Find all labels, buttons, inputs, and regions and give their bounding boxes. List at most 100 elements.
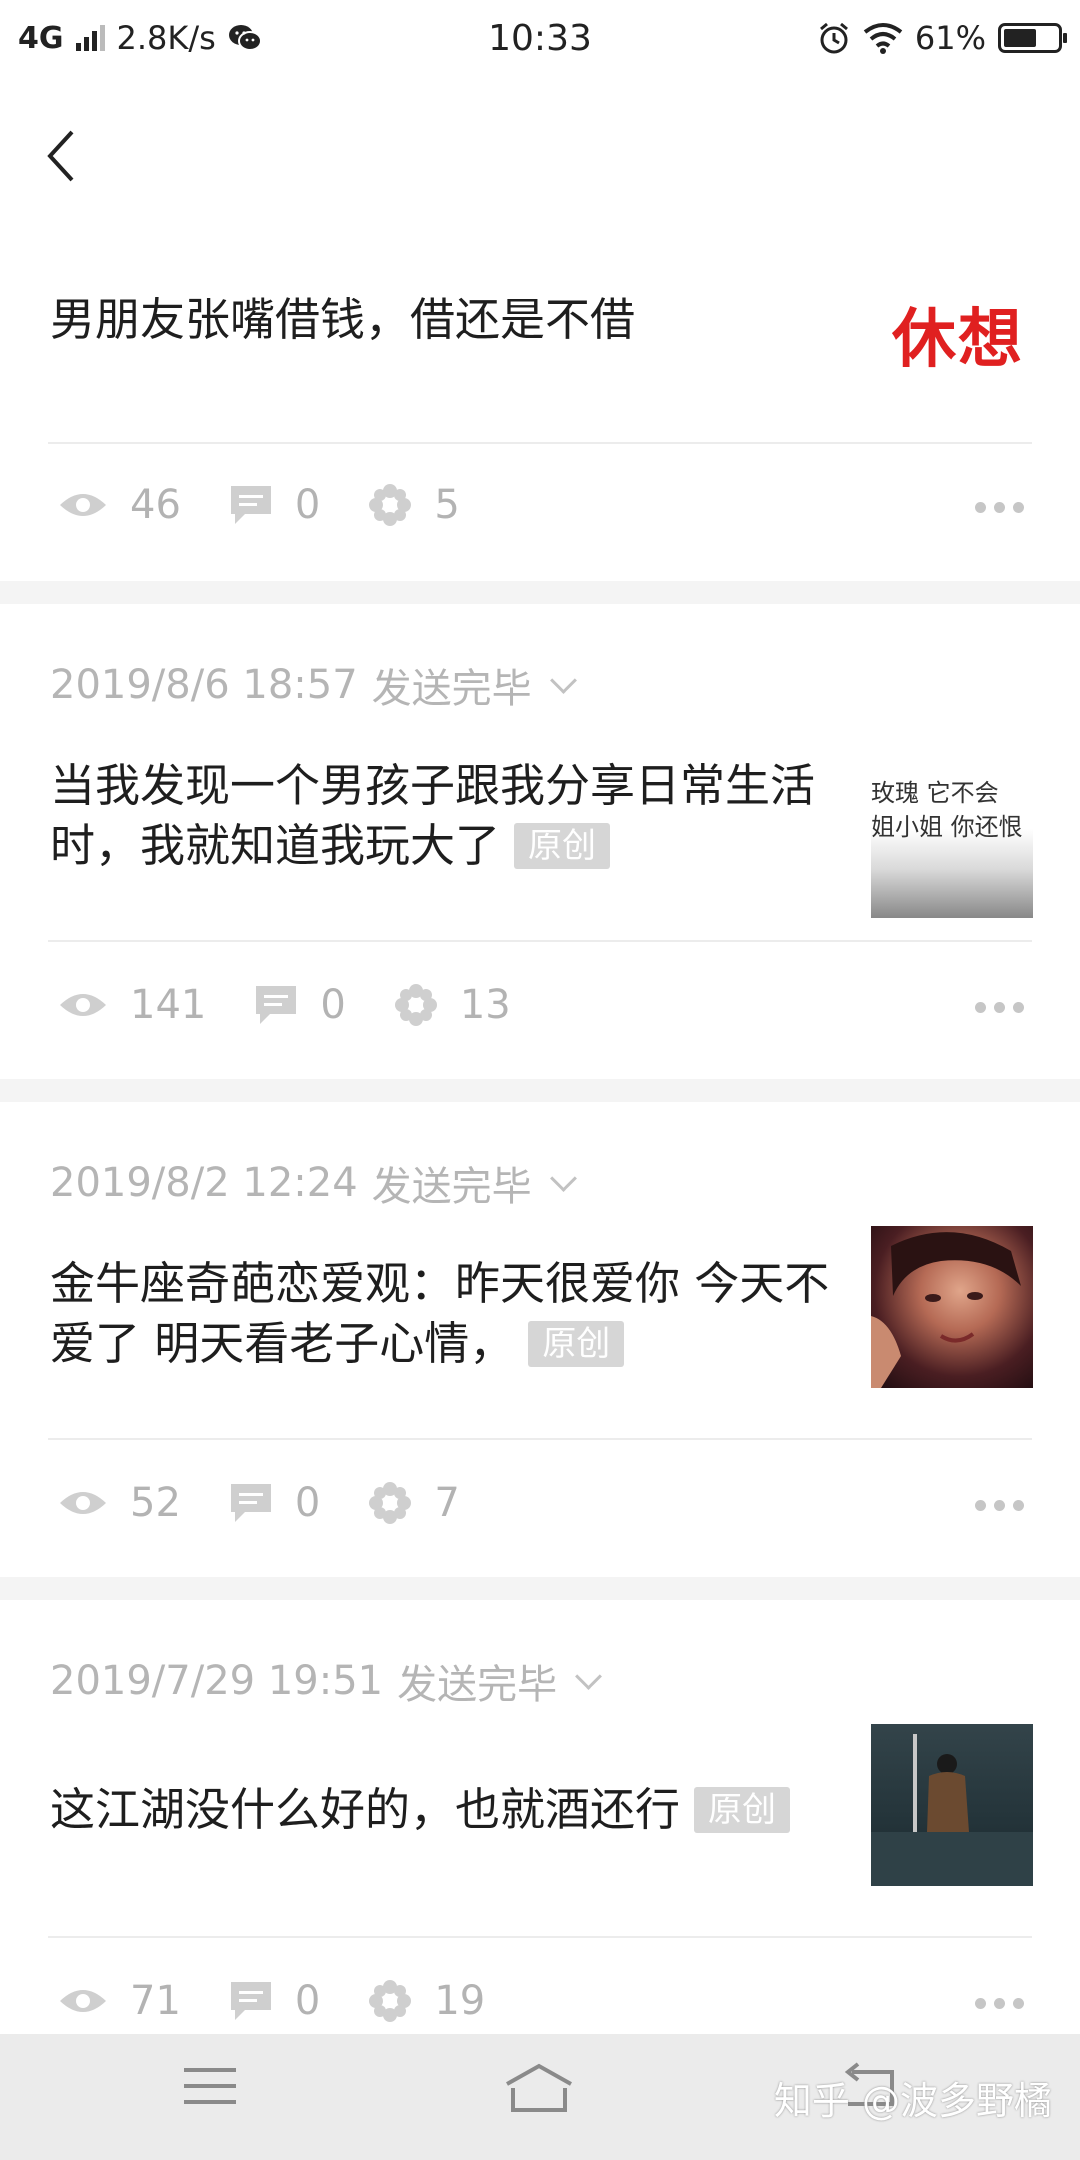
comments-count: 0 <box>320 982 346 1028</box>
post-title[interactable]: 当我发现一个男孩子跟我分享日常生活时，我就知道我玩大了 原创 <box>50 756 830 876</box>
send-status: 发送完毕 <box>397 1662 558 1708</box>
likes-count: 19 <box>434 1978 486 2024</box>
divider <box>48 1936 1032 1938</box>
signal-icon <box>75 25 105 51</box>
post-stats: 46 0 5 <box>58 482 508 528</box>
flower-icon <box>369 1980 412 2022</box>
post-thumbnail[interactable]: 玫瑰 它不会 姐小姐 你还恨 <box>871 756 1033 918</box>
comments-count: 0 <box>294 482 321 528</box>
status-right: 61% <box>817 19 1067 57</box>
likes-stat[interactable]: 13 <box>394 982 559 1028</box>
eye-icon <box>60 1492 106 1514</box>
post-stats: 71 0 19 <box>58 1978 533 2024</box>
wifi-icon <box>863 23 903 54</box>
comment-icon <box>256 986 297 1024</box>
page: 4G 2.8K/s 10:33 61% 男朋友张嘴借钱，借还是不借 休想 46 … <box>0 0 1080 2160</box>
comments-stat[interactable]: 0 <box>254 982 393 1028</box>
eye-icon <box>60 994 106 1016</box>
eye-icon <box>60 1990 106 2012</box>
likes-stat[interactable]: 7 <box>368 1480 507 1526</box>
thumbnail-text-line: 玫瑰 它不会 <box>871 779 999 807</box>
post-title[interactable]: 这江湖没什么好的，也就酒还行 原创 <box>50 1780 860 1840</box>
network-speed: 2.8K/s <box>116 19 216 57</box>
post-thumbnail[interactable] <box>871 1226 1033 1388</box>
flower-icon <box>369 484 412 526</box>
views-count: 141 <box>130 982 207 1028</box>
comments-stat[interactable]: 0 <box>229 482 368 528</box>
likes-stat[interactable]: 5 <box>368 482 507 528</box>
views-count: 46 <box>130 482 181 528</box>
post-thumbnail[interactable] <box>871 1724 1033 1886</box>
watermark: 知乎 @波多野橘 <box>773 2079 1052 2123</box>
home-icon[interactable] <box>503 2062 575 2116</box>
divider <box>48 442 1032 444</box>
post-card[interactable]: 男朋友张嘴借钱，借还是不借 休想 46 0 5 <box>0 236 1080 581</box>
more-options-icon[interactable] <box>975 1002 1024 1013</box>
original-tag: 原创 <box>514 823 611 869</box>
likes-stat[interactable]: 19 <box>368 1978 533 2024</box>
eye-icon <box>60 494 106 516</box>
chevron-down-icon[interactable] <box>549 666 577 694</box>
post-title-text: 当我发现一个男孩子跟我分享日常生活时，我就知道我玩大了 <box>50 759 816 872</box>
comment-icon <box>230 1982 271 2020</box>
thumbnail-text: 休想 <box>892 303 1024 377</box>
thumbnail-text-line: 姐小姐 你还恨 <box>871 813 1023 841</box>
views-stat: 46 <box>58 482 229 528</box>
original-tag: 原创 <box>694 1787 791 1833</box>
comments-count: 0 <box>294 1480 321 1526</box>
views-stat: 52 <box>58 1480 229 1526</box>
post-title[interactable]: 男朋友张嘴借钱，借还是不借 <box>50 290 860 350</box>
chevron-down-icon[interactable] <box>549 1164 577 1192</box>
wading-figure-image <box>871 1734 1033 1886</box>
portrait-image <box>871 1232 1021 1388</box>
post-title-text: 金牛座奇葩恋爱观：昨天很爱你 今天不爱了 明天看老子心情， <box>50 1257 830 1370</box>
post-date: 2019/8/6 18:57 <box>50 662 358 708</box>
likes-count: 5 <box>434 482 460 528</box>
post-card[interactable]: 2019/8/6 18:57 发送完毕 当我发现一个男孩子跟我分享日常生活时，我… <box>0 604 1080 1079</box>
views-stat: 71 <box>58 1978 229 2024</box>
post-date-row[interactable]: 2019/8/2 12:24 发送完毕 <box>50 1154 577 1212</box>
system-nav-bar: 知乎 @波多野橘 <box>0 2034 1080 2160</box>
original-tag: 原创 <box>528 1321 625 1367</box>
views-count: 71 <box>130 1978 181 2024</box>
alarm-icon <box>819 22 848 54</box>
more-options-icon[interactable] <box>975 1500 1024 1511</box>
post-date-row[interactable]: 2019/8/6 18:57 发送完毕 <box>50 656 577 714</box>
post-date: 2019/7/29 19:51 <box>50 1658 384 1704</box>
comment-icon <box>230 486 271 524</box>
comments-stat[interactable]: 0 <box>229 1978 368 2024</box>
post-stats: 52 0 7 <box>58 1480 508 1526</box>
top-bar <box>0 76 1080 236</box>
post-thumbnail[interactable]: 休想 <box>883 274 1033 394</box>
status-left: 4G 2.8K/s <box>18 19 262 57</box>
comment-icon <box>230 1484 271 1522</box>
more-options-icon[interactable] <box>975 502 1024 513</box>
chevron-down-icon[interactable] <box>575 1662 603 1690</box>
views-stat: 141 <box>58 982 254 1028</box>
post-title[interactable]: 金牛座奇葩恋爱观：昨天很爱你 今天不爱了 明天看老子心情， 原创 <box>50 1254 860 1374</box>
send-status: 发送完毕 <box>371 666 532 712</box>
likes-count: 7 <box>434 1480 460 1526</box>
menu-icon[interactable] <box>184 2062 236 2110</box>
wechat-icon <box>228 25 262 51</box>
battery-icon <box>998 23 1067 53</box>
back-arrow-icon[interactable] <box>38 126 88 186</box>
post-card[interactable]: 2019/7/29 19:51 发送完毕 这江湖没什么好的，也就酒还行 原创 71 <box>0 1600 1080 2034</box>
flower-icon <box>394 984 437 1026</box>
divider <box>48 1438 1032 1440</box>
comments-stat[interactable]: 0 <box>229 1480 368 1526</box>
more-options-icon[interactable] <box>975 1998 1024 2009</box>
post-date: 2019/8/2 12:24 <box>50 1160 358 1206</box>
status-bar: 4G 2.8K/s 10:33 61% <box>0 0 1080 76</box>
send-status: 发送完毕 <box>371 1164 532 1210</box>
divider <box>48 940 1032 942</box>
likes-count: 13 <box>459 982 511 1028</box>
views-count: 52 <box>130 1480 181 1526</box>
post-date-row[interactable]: 2019/7/29 19:51 发送完毕 <box>50 1652 603 1710</box>
comments-count: 0 <box>294 1978 321 2024</box>
post-stats: 141 0 13 <box>58 982 559 1028</box>
post-card[interactable]: 2019/8/2 12:24 发送完毕 金牛座奇葩恋爱观：昨天很爱你 今天不爱了… <box>0 1102 1080 1577</box>
flower-icon <box>369 1482 412 1524</box>
battery-fill <box>1004 29 1036 47</box>
battery-percent: 61% <box>914 19 986 57</box>
